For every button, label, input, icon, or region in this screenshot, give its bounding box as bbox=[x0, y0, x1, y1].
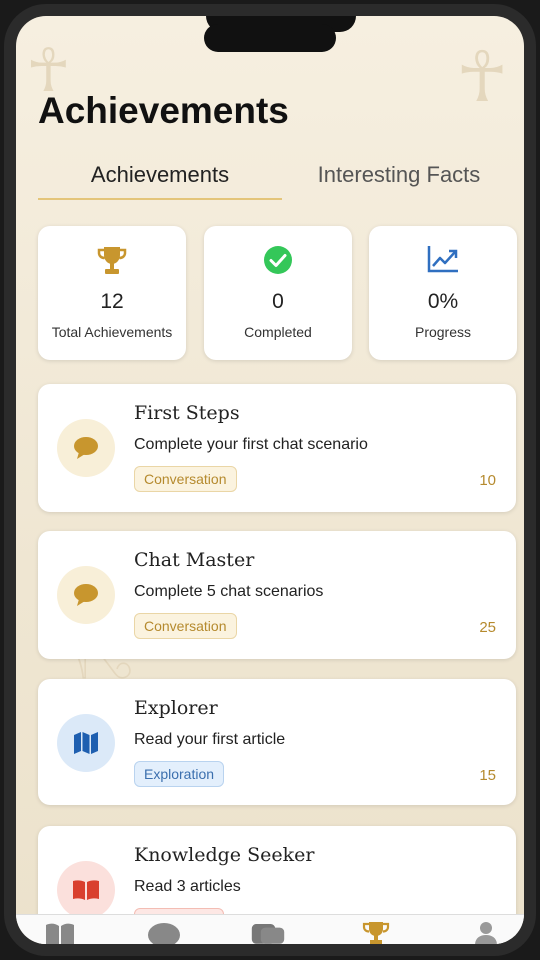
stat-card-progress: 0% Progress bbox=[369, 226, 517, 360]
achievement-description: Complete your first chat scenario bbox=[134, 436, 368, 453]
stat-value: 0 bbox=[272, 290, 284, 313]
category-badge: Exploration bbox=[134, 761, 225, 787]
book-icon[interactable] bbox=[42, 921, 78, 944]
tab-achievements[interactable]: Achievements bbox=[38, 156, 282, 200]
stat-value: 12 bbox=[100, 290, 124, 313]
achievement-title: Chat Master bbox=[134, 549, 255, 571]
stat-label: Completed bbox=[244, 324, 312, 340]
stat-label: Progress bbox=[414, 324, 472, 340]
stats-row: 12 Total Achievements 0 Completed 0% Pro… bbox=[38, 226, 517, 360]
achievement-card[interactable]: First Steps Complete your first chat sce… bbox=[38, 384, 516, 512]
stat-card-completed: 0 Completed bbox=[204, 226, 352, 360]
stat-label: Total Achievements bbox=[51, 324, 173, 340]
tab-interesting-facts[interactable]: Interesting Facts bbox=[282, 156, 516, 200]
stat-value: 0% bbox=[427, 290, 459, 313]
stat-card-total-achievements: 12 Total Achievements bbox=[38, 226, 186, 360]
achievement-points: 15 bbox=[479, 767, 496, 784]
chat-bubble-icon bbox=[57, 566, 115, 624]
achievement-card[interactable]: Chat Master Complete 5 chat scenarios Co… bbox=[38, 531, 516, 659]
app-screen: ☥ ☥ 𓂀 𓋹 Achievements Achievements Intere… bbox=[16, 16, 524, 944]
bottom-tab-bar bbox=[16, 914, 524, 944]
achievement-points: 10 bbox=[479, 472, 496, 489]
chat-bubble-icon bbox=[57, 419, 115, 477]
check-circle-icon bbox=[204, 244, 352, 278]
achievement-points: 25 bbox=[479, 619, 496, 636]
segment-tabs: Achievements Interesting Facts bbox=[38, 156, 516, 202]
category-badge: Conversation bbox=[134, 466, 237, 492]
trophy-icon[interactable] bbox=[358, 921, 394, 944]
achievement-title: Explorer bbox=[134, 697, 218, 719]
trending-up-icon bbox=[369, 244, 517, 278]
chat-bubble-icon[interactable] bbox=[146, 921, 182, 944]
achievement-title: First Steps bbox=[134, 402, 240, 424]
background-decoration: ☥ bbox=[456, 36, 509, 118]
achievement-description: Read 3 articles bbox=[134, 878, 241, 895]
cards-icon[interactable] bbox=[250, 921, 286, 944]
person-icon[interactable] bbox=[468, 921, 504, 944]
page-title: Achievements bbox=[38, 90, 289, 131]
book-icon bbox=[57, 861, 115, 919]
achievement-title: Knowledge Seeker bbox=[134, 844, 315, 866]
map-icon bbox=[57, 714, 115, 772]
dynamic-island bbox=[204, 24, 336, 52]
achievement-description: Read your first article bbox=[134, 731, 286, 748]
category-badge: Conversation bbox=[134, 613, 237, 639]
trophy-icon bbox=[38, 244, 186, 278]
achievement-description: Complete 5 chat scenarios bbox=[134, 583, 324, 600]
achievement-card[interactable]: Explorer Read your first article Explora… bbox=[38, 679, 516, 805]
